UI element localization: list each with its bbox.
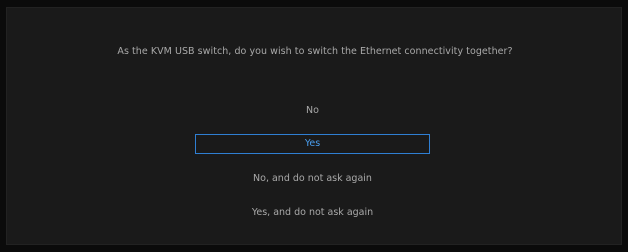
option-yes-do-not-ask-again[interactable]: Yes, and do not ask again (195, 203, 430, 223)
osd-dialog: As the KVM USB switch, do you wish to sw… (6, 7, 622, 245)
option-yes[interactable]: Yes (195, 134, 430, 154)
option-no[interactable]: No (195, 101, 430, 121)
option-no-do-not-ask-again[interactable]: No, and do not ask again (195, 169, 430, 189)
dialog-question: As the KVM USB switch, do you wish to sw… (117, 46, 513, 57)
